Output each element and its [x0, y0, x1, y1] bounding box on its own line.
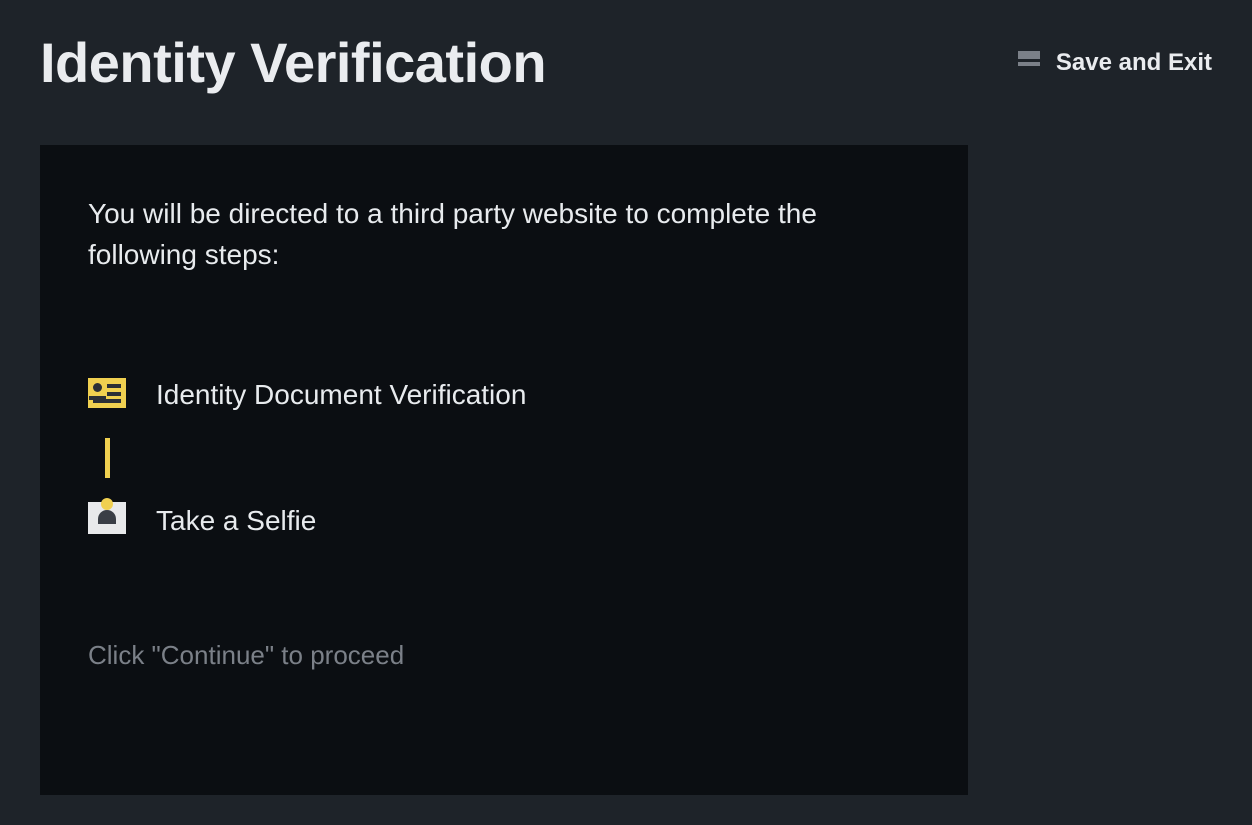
- save-and-exit-button[interactable]: Save and Exit: [1018, 49, 1212, 77]
- save-exit-label: Save and Exit: [1056, 49, 1212, 77]
- step-document-verification: Identity Document Verification: [88, 376, 920, 414]
- intro-text: You will be directed to a third party we…: [88, 193, 868, 276]
- continue-hint: Click "Continue" to proceed: [88, 640, 920, 671]
- save-icon: [1018, 51, 1042, 75]
- step-take-selfie: Take a Selfie: [88, 502, 920, 540]
- page-title: Identity Verification: [40, 30, 546, 95]
- verification-steps: Identity Document Verification Take a Se…: [88, 376, 920, 540]
- step-label: Take a Selfie: [156, 505, 316, 537]
- step-connector: [105, 438, 110, 478]
- step-label: Identity Document Verification: [156, 379, 526, 411]
- content-panel: You will be directed to a third party we…: [40, 145, 968, 795]
- page-header: Identity Verification Save and Exit: [40, 30, 1212, 95]
- selfie-icon: [88, 502, 126, 540]
- id-card-icon: [88, 376, 126, 414]
